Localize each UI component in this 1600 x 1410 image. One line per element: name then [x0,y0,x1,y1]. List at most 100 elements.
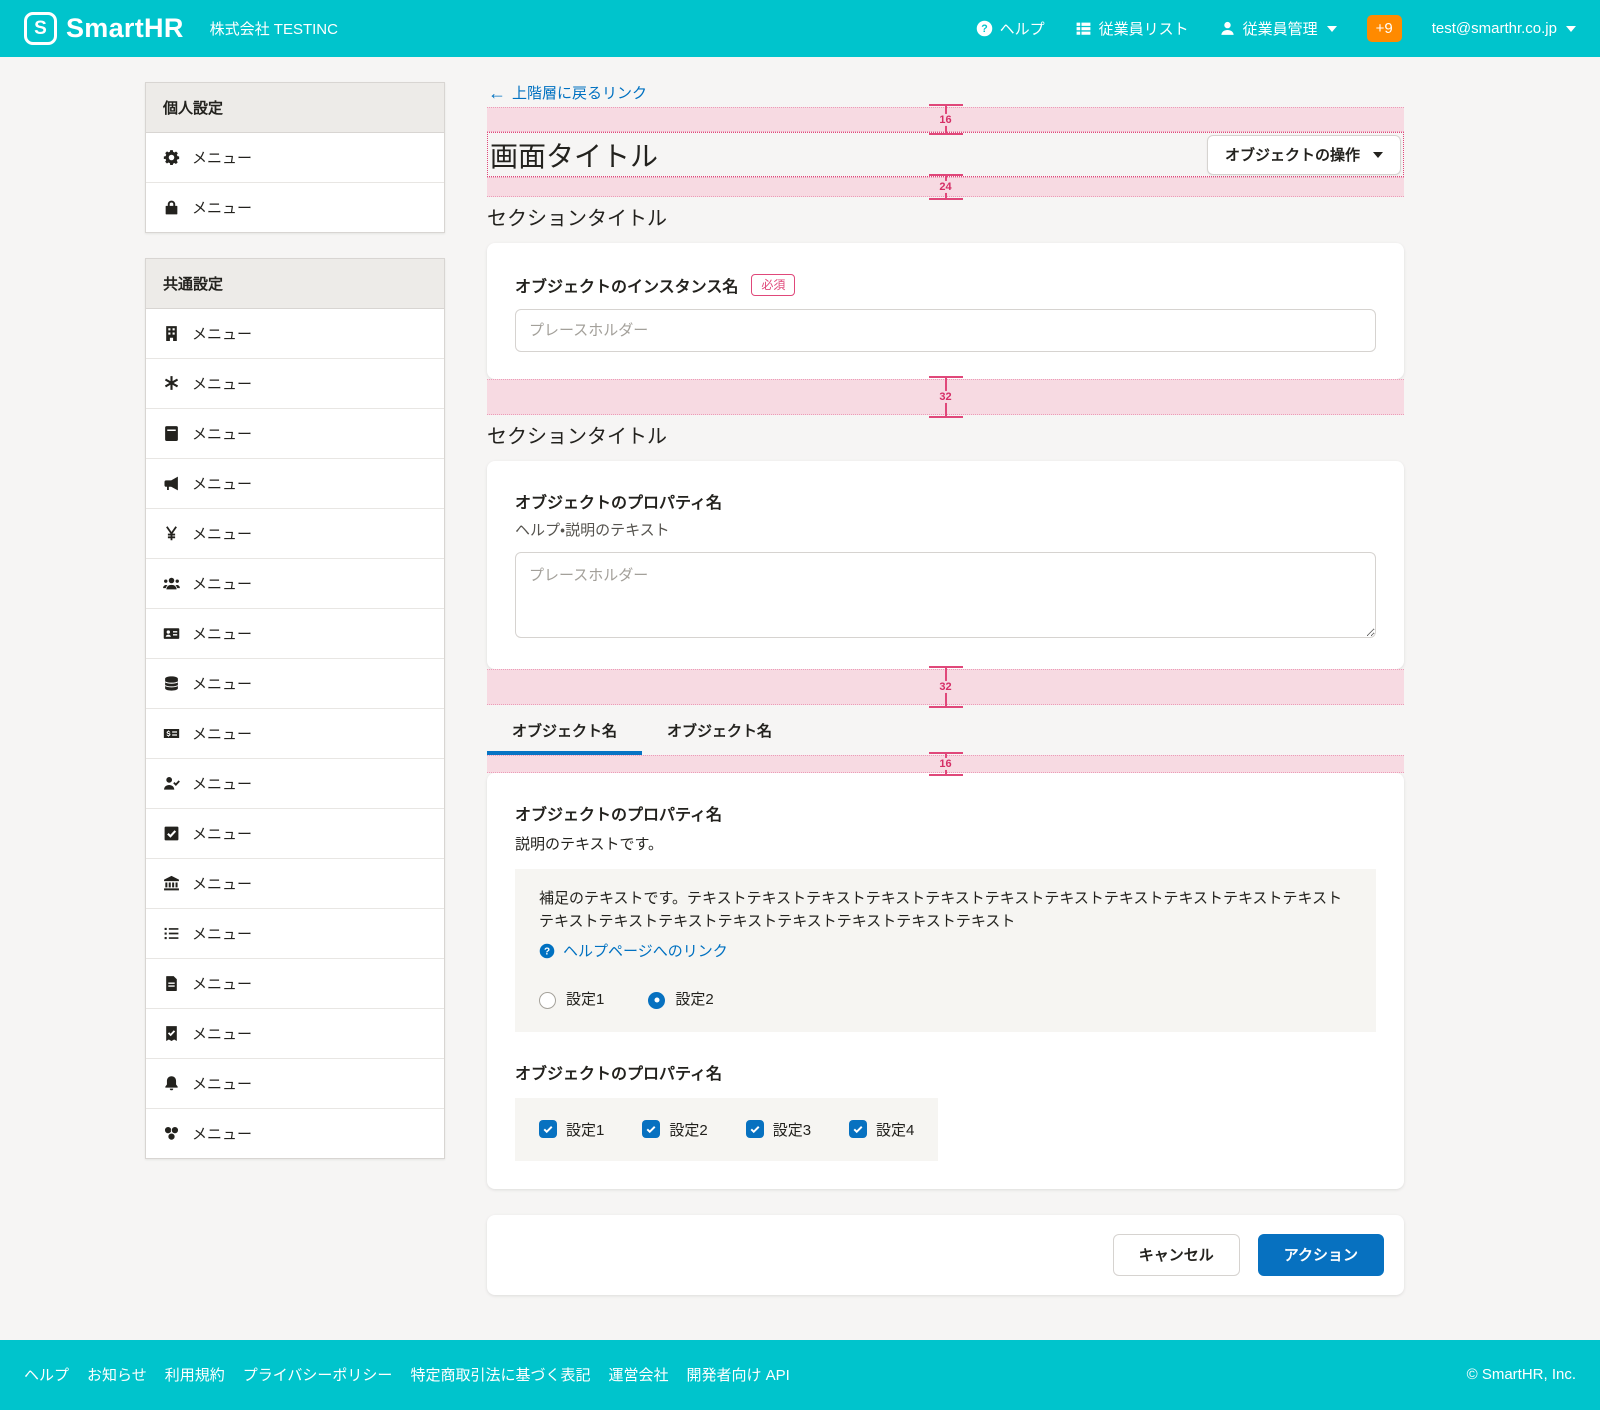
sidebar-item-label: メニュー [192,197,252,218]
sidebar-item[interactable]: メニュー [146,909,444,959]
footer-link[interactable]: 運営会社 [608,1364,668,1385]
sidebar-item[interactable]: メニュー [146,559,444,609]
radio-option-1[interactable]: 設定1 [539,988,604,1011]
sidebar-item[interactable]: メニュー [146,859,444,909]
footer-link[interactable]: プライバシーポリシー [243,1364,393,1385]
object-action-button[interactable]: オブジェクトの操作 [1207,135,1401,175]
chevron-down-icon [1327,26,1337,32]
employee-mgmt-label: 従業員管理 [1243,18,1318,39]
sidebar-item[interactable]: メニュー [146,659,444,709]
lock-icon [163,199,180,216]
footer-link[interactable]: ヘルプ [24,1364,69,1385]
coins-icon [163,1125,180,1142]
radio-unchecked-icon [539,992,556,1009]
object-action-label: オブジェクトの操作 [1225,144,1360,165]
sidebar-item[interactable]: メニュー [146,809,444,859]
sidebar-item[interactable]: メニュー [146,409,444,459]
cancel-button[interactable]: キャンセル [1113,1234,1240,1276]
checkbox-option-3[interactable]: 設定3 [746,1119,811,1140]
sidebar-item-label: メニュー [192,373,252,394]
radio-group: 設定1 設定2 [539,988,1352,1011]
back-to-parent-link[interactable]: ← 上階層に戻るリンク [488,82,647,103]
sidebar-item-label: メニュー [192,147,252,168]
employee-list-label: 従業員リスト [1099,18,1189,39]
spacing-ruler: 24 [929,174,963,200]
checkbox-option-4[interactable]: 設定4 [849,1119,914,1140]
notification-badge[interactable]: +9 [1367,15,1402,42]
action-button[interactable]: アクション [1258,1234,1384,1276]
sidebar-item[interactable]: メニュー [146,183,444,232]
spacing-ruler: 32 [929,666,963,708]
spacing-annotation-32: 32 [487,379,1404,415]
sidebar-item[interactable]: メニュー [146,959,444,1009]
footer-link[interactable]: お知らせ [87,1364,147,1385]
spacing-annotation-16b: 16 [487,755,1404,773]
sidebar-item[interactable]: メニュー [146,709,444,759]
sidebar-item[interactable]: メニュー [146,1059,444,1109]
action-bar: キャンセル アクション [487,1215,1404,1295]
sidebar-item[interactable]: メニュー [146,309,444,359]
sidebar-item-label: メニュー [192,973,252,994]
asterisk-icon [163,375,180,392]
sidebar-item[interactable]: メニュー [146,509,444,559]
app-header: S SmartHR 株式会社 TESTINC ヘルプ 従業員リスト 従業員管理 … [0,0,1600,57]
account-dropdown[interactable]: test@smarthr.co.jp [1432,20,1576,37]
tab-object-1[interactable]: オブジェクト名 [487,709,642,755]
building-icon [163,325,180,342]
checkbox-checked-icon [849,1120,867,1138]
panel-property-description: 説明のテキストです。 [515,833,1376,854]
sidebar-item-label: メニュー [192,923,252,944]
usercheck-icon [163,775,180,792]
footer-link[interactable]: 開発者向け API [686,1364,789,1385]
sidebar-item-label: メニュー [192,323,252,344]
panel-property-label-2: オブジェクトのプロパティ名 [515,1060,1376,1084]
instance-name-label: オブジェクトのインスタンス名 [515,273,738,297]
list-icon [163,925,180,942]
checkbox-checked-icon [642,1120,660,1138]
employee-list-nav-link[interactable]: 従業員リスト [1075,18,1189,39]
bank-icon [163,875,180,892]
employee-mgmt-dropdown[interactable]: 従業員管理 [1219,18,1337,39]
instance-name-input[interactable] [515,309,1376,352]
footer-links: ヘルプお知らせ利用規約プライバシーポリシー特定商取引法に基づく表記運営会社開発者… [24,1364,790,1385]
sidebar-item-label: メニュー [192,673,252,694]
sidebar-item[interactable]: メニュー [146,759,444,809]
property-textarea[interactable] [515,552,1376,638]
chevron-down-icon [1373,152,1383,158]
chevron-down-icon [1566,26,1576,32]
help-nav-link[interactable]: ヘルプ [976,18,1045,39]
checkbox-option-1[interactable]: 設定1 [539,1119,604,1140]
sidebar-item-label: メニュー [192,773,252,794]
sidebar-item[interactable]: メニュー [146,1109,444,1158]
help-page-link[interactable]: ヘルプページへのリンク [539,940,728,963]
sidebar-item[interactable]: メニュー [146,459,444,509]
checkbox-group: 設定1 設定2 設定3 設定4 [515,1098,938,1161]
sidebar-item-label: メニュー [192,523,252,544]
radio-option-2[interactable]: 設定2 [648,988,713,1011]
sidebar-item[interactable]: メニュー [146,133,444,183]
smarthr-logo[interactable]: S SmartHR [24,12,184,45]
property-label: オブジェクトのプロパティ名 [515,489,1376,513]
company-name: 株式会社 TESTINC [210,18,338,39]
tab-panel-card: オブジェクトのプロパティ名 説明のテキストです。 補足のテキストです。テキストテ… [487,773,1404,1189]
app-footer: ヘルプお知らせ利用規約プライバシーポリシー特定商取引法に基づく表記運営会社開発者… [0,1340,1600,1410]
sidebar-item[interactable]: メニュー [146,1009,444,1059]
sidebar-item[interactable]: メニュー [146,609,444,659]
sidebar-group: 個人設定メニューメニュー [145,82,445,233]
tab-object-2[interactable]: オブジェクト名 [642,709,797,755]
checkbox-label-3: 設定3 [773,1119,811,1140]
note-text: 補足のテキストです。テキストテキストテキストテキストテキストテキストテキストテキ… [539,887,1352,934]
idcard-icon [163,625,180,642]
checkbox-option-2[interactable]: 設定2 [642,1119,707,1140]
sidebar-item-label: メニュー [192,473,252,494]
sidebar-item-label: メニュー [192,573,252,594]
footer-link[interactable]: 利用規約 [165,1364,225,1385]
sidebar-item-label: メニュー [192,1123,252,1144]
help-page-link-label: ヘルプページへのリンク [563,940,728,963]
sidebar-item[interactable]: メニュー [146,359,444,409]
property-card: オブジェクトのプロパティ名 ヘルプ・説明のテキスト [487,461,1404,669]
back-arrow-icon: ← [488,84,506,102]
database-icon [163,675,180,692]
users-icon [163,575,180,592]
footer-link[interactable]: 特定商取引法に基づく表記 [410,1364,590,1385]
